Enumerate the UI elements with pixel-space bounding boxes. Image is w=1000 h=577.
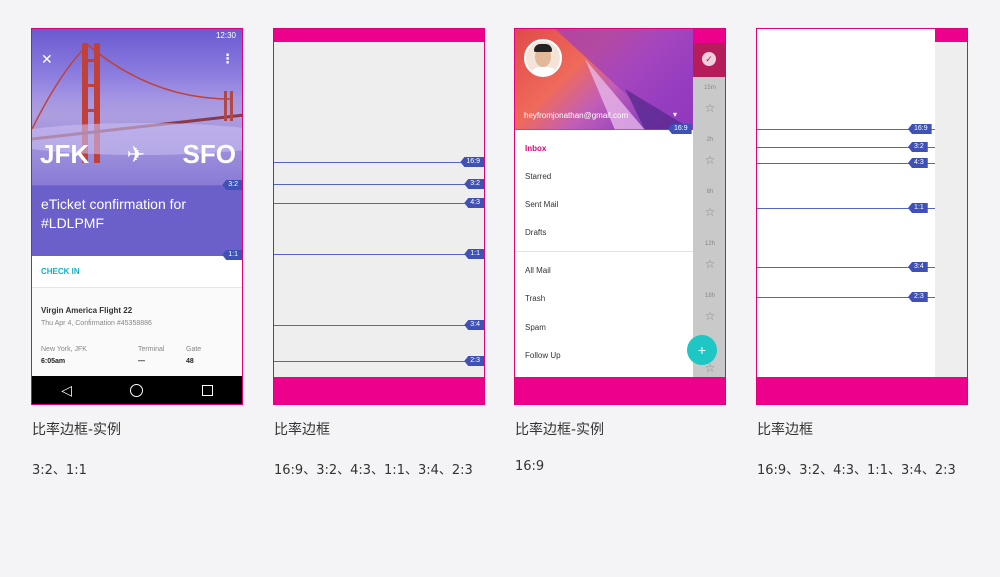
avatar-hair [534, 44, 552, 52]
top-bar [693, 29, 725, 43]
terminal-value: — [138, 358, 145, 365]
caption-2: 比率边框 [274, 422, 330, 438]
drawer-item-inbox[interactable]: Inbox [525, 144, 546, 153]
time-label: 12h [704, 241, 715, 247]
check-icon: ✓ [702, 52, 716, 66]
nav-drawer-example: ✓ 15m ☆ 2h ☆ 6h ☆ 12h ☆ 18h ☆ ☆ heyfromj… [514, 28, 726, 405]
guide-line-16-9 [515, 129, 693, 130]
ticket-phone-example: 12:30 ✕ ⋮ JFK ✈ SFO eTicket confirmation… [31, 28, 243, 405]
ratio-tag-16-9: 16:9 [908, 124, 932, 134]
status-bar: 12:30 [32, 29, 242, 43]
bottom-bar [515, 377, 725, 404]
top-bar [274, 29, 484, 42]
guide-line-3-4 [274, 325, 484, 326]
drawer-item-all-mail[interactable]: All Mail [525, 266, 551, 275]
star-icon[interactable]: ☆ [693, 101, 725, 115]
caption-1: 比率边框-实例 [32, 422, 122, 438]
destination-code: SFO [182, 139, 236, 169]
ratio-tag-1-1: 1:1 [222, 250, 242, 260]
ratios-2: 16:9、3:2、4:3、1:1、3:4、2:3 [274, 463, 473, 478]
ratio-frame-portrait: 16:9 3:2 4:3 1:1 3:4 2:3 [273, 28, 485, 405]
android-nav-bar: ◁ [32, 376, 242, 404]
avatar[interactable] [524, 39, 562, 77]
drawer-item-starred[interactable]: Starred [525, 172, 551, 181]
drawer-item-drafts[interactable]: Drafts [525, 228, 546, 237]
ratio-tag-3-4: 3:4 [464, 320, 484, 330]
dropdown-caret-icon[interactable]: ▾ [673, 110, 677, 119]
gate-value: 48 [186, 358, 194, 365]
ratios-3: 16:9 [515, 459, 545, 474]
account-email: heyfromjonathan@gmail.com [524, 111, 629, 120]
guide-line-3-2 [32, 185, 242, 186]
ratio-tag-16-9: 16:9 [668, 124, 692, 134]
more-vert-icon[interactable]: ⋮ [221, 51, 234, 67]
time-label: 15m [704, 85, 716, 91]
navigation-drawer: heyfromjonathan@gmail.com ▾ Inbox Starre… [515, 29, 693, 377]
flight-subtitle: Thu Apr 4, Confirmation #45358886 [41, 320, 152, 327]
star-icon[interactable]: ☆ [693, 153, 725, 167]
flight-name: Virgin America Flight 22 [41, 306, 133, 315]
side-rail [935, 29, 967, 404]
time-label: 18h [704, 293, 715, 299]
ratio-tag-2-3: 2:3 [464, 356, 484, 366]
caption-4: 比率边框 [757, 422, 813, 438]
departure-time: 6:05am [41, 358, 66, 365]
drawer-item-trash[interactable]: Trash [525, 294, 545, 303]
ratio-tag-4-3: 4:3 [464, 198, 484, 208]
ratio-tag-1-1: 1:1 [464, 249, 484, 259]
airplane-icon: ✈ [126, 141, 146, 167]
guide-line-4-3 [274, 203, 484, 204]
drawer-item-spam[interactable]: Spam [525, 323, 546, 332]
ratio-frame-with-rail: 16:9 3:2 4:3 1:1 3:4 2:3 [756, 28, 968, 405]
gate-label: Gate [186, 346, 202, 353]
ratio-tag-16-9: 16:9 [460, 157, 484, 167]
drawer-header: heyfromjonathan@gmail.com ▾ [515, 29, 693, 130]
status-time: 12:30 [215, 31, 236, 40]
drawer-item-follow-up[interactable]: Follow Up [525, 351, 561, 360]
route-header: JFK ✈ SFO [40, 139, 236, 170]
selected-check[interactable]: ✓ [693, 43, 725, 77]
drawer-divider [515, 251, 693, 252]
star-icon[interactable]: ☆ [693, 309, 725, 323]
mail-list-rail: ✓ 15m ☆ 2h ☆ 6h ☆ 12h ☆ 18h ☆ ☆ [693, 29, 725, 377]
origin-label: New York, JFK [41, 346, 87, 353]
close-icon[interactable]: ✕ [41, 51, 53, 68]
ratio-tag-1-1: 1:1 [908, 203, 928, 213]
top-bar [935, 29, 967, 42]
ratio-tag-2-3: 2:3 [908, 292, 928, 302]
bottom-bar [274, 377, 484, 404]
home-icon[interactable] [130, 383, 144, 397]
guide-line-1-1 [274, 254, 484, 255]
ratio-tag-3-2: 3:2 [464, 179, 484, 189]
ratio-tag-4-3: 4:3 [908, 158, 928, 168]
ratio-tag-3-2: 3:2 [908, 142, 928, 152]
time-label: 2h [706, 137, 714, 143]
caption-3: 比率边框-实例 [515, 422, 605, 438]
ratios-1: 3:2、1:1 [32, 463, 87, 478]
guide-line-3-2 [274, 184, 484, 185]
star-icon[interactable]: ☆ [693, 257, 725, 271]
check-in-button[interactable]: CHECK IN [41, 267, 80, 276]
bottom-bar [757, 377, 967, 404]
terminal-label: Terminal [138, 346, 165, 353]
ratios-4: 16:9、3:2、4:3、1:1、3:4、2:3 [757, 463, 956, 478]
add-icon[interactable]: + [687, 335, 717, 365]
guide-line-2-3 [274, 361, 484, 362]
time-label: 6h [706, 189, 714, 195]
back-icon[interactable]: ◁ [61, 382, 72, 399]
ratio-tag-3-2: 3:2 [222, 180, 242, 190]
ticket-title: eTicket confirmation for #LDLPMF [41, 196, 186, 231]
ratio-tag-3-4: 3:4 [908, 262, 928, 272]
guide-line-16-9 [274, 162, 484, 163]
recents-icon[interactable] [201, 384, 213, 396]
drawer-item-sent-mail[interactable]: Sent Mail [525, 200, 558, 209]
origin-code: JFK [40, 139, 90, 169]
star-icon[interactable]: ☆ [693, 205, 725, 219]
